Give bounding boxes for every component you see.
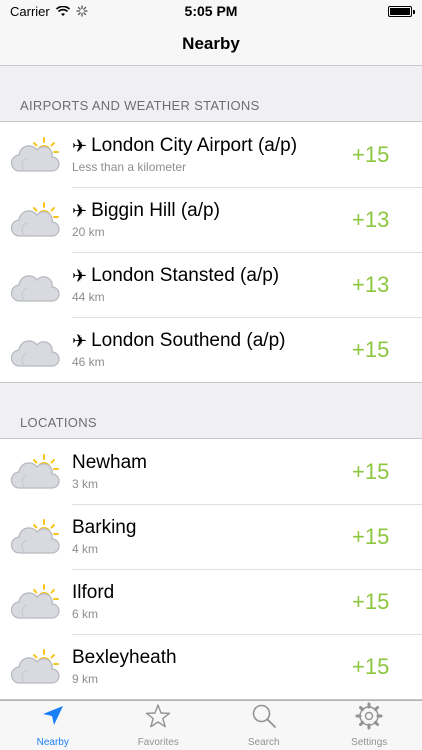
location-name-label: Bexleyheath: [72, 647, 177, 668]
partly-cloudy-icon: [0, 439, 72, 504]
partly-cloudy-icon: [0, 187, 72, 252]
list-item[interactable]: ✈ London Southend (a/p) 46 km +15: [0, 317, 422, 382]
section-header: LOCATIONS: [0, 383, 422, 439]
list-item[interactable]: Newham 3 km +15: [0, 439, 422, 504]
list-item-text: Ilford 6 km: [72, 582, 352, 621]
list-item-text: ✈ Biggin Hill (a/p) 20 km: [72, 200, 352, 239]
list-item[interactable]: ✈ Biggin Hill (a/p) 20 km +13: [0, 187, 422, 252]
temperature-label: +15: [352, 141, 390, 167]
distance-label: 6 km: [72, 607, 99, 621]
carrier-label: Carrier: [10, 3, 50, 19]
list-item[interactable]: ✈ London City Airport (a/p) Less than a k…: [0, 122, 422, 187]
list-item-text: Bexleyheath 9 km: [72, 647, 352, 686]
distance-label: 3 km: [72, 477, 99, 491]
gear-icon: [355, 702, 383, 735]
list-item-text: ✈ London Southend (a/p) 46 km: [72, 330, 352, 369]
location-name-label: London Stansted (a/p): [91, 265, 280, 286]
cloudy-icon: [0, 317, 72, 382]
list-item[interactable]: Barking 4 km +15: [0, 504, 422, 569]
distance-label: 20 km: [72, 225, 105, 239]
section-list: Newham 3 km +15 Barking 4 km +15 Ilford …: [0, 439, 422, 700]
distance-label: 9 km: [72, 672, 99, 686]
list-item[interactable]: ✈ London Stansted (a/p) 44 km +13: [0, 252, 422, 317]
tab-favorites[interactable]: Favorites: [106, 701, 211, 750]
airplane-icon: ✈: [72, 265, 88, 286]
location-name-label: Newham: [72, 452, 147, 473]
airplane-icon: ✈: [72, 200, 88, 221]
partly-cloudy-icon: [0, 122, 72, 187]
temperature-label: +15: [352, 458, 390, 484]
temperature-label: +15: [352, 336, 390, 362]
location-name: ✈ London Southend (a/p): [72, 330, 352, 352]
battery-icon: [388, 5, 415, 17]
list-item-text: ✈ London City Airport (a/p) Less than a k…: [72, 135, 352, 174]
partly-cloudy-icon: [0, 569, 72, 634]
distance-label: 44 km: [72, 290, 105, 304]
location-name-label: London Southend (a/p): [91, 330, 286, 351]
temperature-label: +15: [352, 653, 390, 679]
location-name-label: London City Airport (a/p): [91, 135, 298, 156]
location-name-label: Ilford: [72, 582, 115, 603]
location-arrow-icon: [39, 702, 67, 735]
temperature-label: +15: [352, 588, 390, 614]
location-name: Ilford: [72, 582, 352, 604]
tab-label: Search: [247, 736, 280, 748]
temperature-label: +13: [352, 206, 390, 232]
status-left: Carrier: [10, 4, 88, 19]
tab-label: Settings: [351, 736, 388, 748]
status-bar: Carrier 5:05 PM: [0, 0, 422, 22]
list-item-text: Barking 4 km: [72, 517, 352, 556]
navigation-bar: Nearby: [0, 22, 422, 66]
location-name: Newham: [72, 452, 352, 474]
location-name-label: Barking: [72, 517, 137, 538]
distance-label: 46 km: [72, 355, 105, 369]
temperature-label: +15: [352, 523, 390, 549]
tab-search[interactable]: Search: [211, 701, 316, 750]
wifi-icon: [55, 5, 70, 16]
list-item[interactable]: Ilford 6 km +15: [0, 569, 422, 634]
distance-label: Less than a kilometer: [72, 160, 187, 174]
nearby-list[interactable]: AIRPORTS AND WEATHER STATIONS ✈ London Ci…: [0, 66, 422, 700]
list-item-text: Newham 3 km: [72, 452, 352, 491]
partly-cloudy-icon: [0, 504, 72, 569]
airplane-icon: ✈: [72, 135, 88, 156]
distance-label: 4 km: [72, 542, 99, 556]
section-list: ✈ London City Airport (a/p) Less than a k…: [0, 122, 422, 383]
location-name: ✈ Biggin Hill (a/p): [72, 200, 352, 222]
airplane-icon: ✈: [72, 330, 88, 351]
tab-label: Favorites: [137, 736, 179, 748]
activity-spinner-icon: [76, 5, 88, 17]
tab-nearby[interactable]: Nearby: [0, 701, 105, 750]
location-name: Barking: [72, 517, 352, 539]
tab-bar: Nearby Favorites Search Settings: [0, 700, 422, 750]
tab-settings[interactable]: Settings: [317, 701, 422, 750]
list-item[interactable]: Bexleyheath 9 km +15: [0, 634, 422, 699]
location-name-label: Biggin Hill (a/p): [91, 200, 220, 221]
location-name: ✈ London City Airport (a/p): [72, 135, 352, 157]
cloudy-icon: [0, 252, 72, 317]
search-icon: [250, 702, 278, 735]
temperature-label: +13: [352, 271, 390, 297]
tab-label: Nearby: [36, 736, 69, 748]
list-item-text: ✈ London Stansted (a/p) 44 km: [72, 265, 352, 304]
partly-cloudy-icon: [0, 634, 72, 699]
location-name: ✈ London Stansted (a/p): [72, 265, 352, 287]
section-header: AIRPORTS AND WEATHER STATIONS: [0, 66, 422, 122]
star-icon: [144, 702, 172, 735]
page-title: Nearby: [182, 33, 240, 53]
location-name: Bexleyheath: [72, 647, 352, 669]
